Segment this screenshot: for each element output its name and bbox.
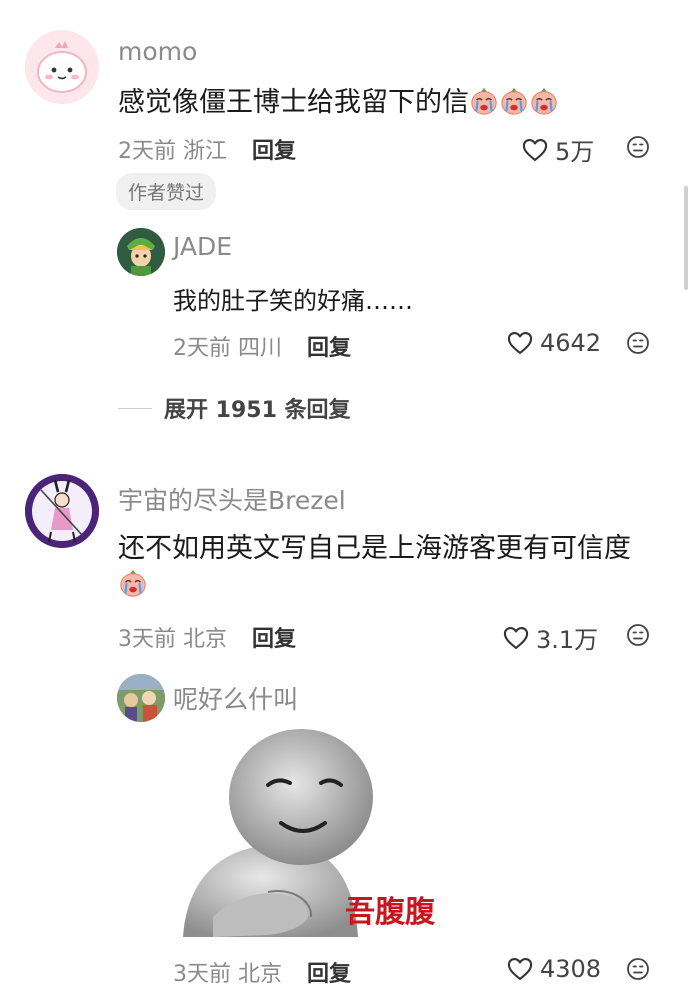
comment-meta: 2天前 浙江 回复 [118,133,296,165]
crying-face-emoji [118,568,148,598]
dislike-icon[interactable] [626,623,650,647]
comment-text-body: 感觉像僵王博士给我留下的信 [118,87,469,118]
reply-meta: 2天前 四川 回复 [173,330,351,362]
sticker-image[interactable]: 吾腹腹 [173,727,451,937]
reply-text: 我的肚子笑的好痛…… [173,287,413,315]
author-liked-badge: 作者赞过 [116,173,217,210]
avatar-image [117,674,165,722]
reply-button[interactable]: 回复 [252,627,296,652]
avatar-image [117,228,165,276]
comment-location: 浙江 [183,139,228,164]
like-button[interactable]: 4642 [506,329,601,357]
heart-icon [502,624,530,652]
like-count: 4642 [540,329,602,357]
reply-button[interactable]: 回复 [252,139,296,164]
reply-meta: 3天前 北京 回复 [173,956,351,988]
reply-time: 3天前 [173,962,231,987]
expand-replies-button[interactable]: 展开 1951 条回复 [118,392,351,424]
expand-replies-label: 展开 1951 条回复 [164,398,351,423]
reply-username[interactable]: JADE [173,232,232,261]
dislike-icon[interactable] [626,957,650,981]
heart-icon [521,136,549,164]
avatar-image [25,474,99,548]
comment-username[interactable]: momo [118,37,197,66]
comment-text: 还不如用英文写自己是上海游客更有可信度 [118,533,631,564]
reply-time: 2天前 [173,336,231,361]
avatar-image [25,30,99,104]
like-count: 4308 [540,955,602,983]
dislike-icon[interactable] [626,331,650,355]
avatar[interactable] [117,674,165,722]
dislike-icon[interactable] [626,135,650,159]
reply-location: 北京 [238,962,283,987]
comment-time: 2天前 [118,139,176,164]
crying-face-emoji [499,86,529,116]
scrollbar[interactable] [684,186,688,290]
comment-location: 北京 [183,627,228,652]
like-count: 5万 [555,138,595,166]
expand-divider [118,407,152,409]
like-button[interactable]: 5万 [521,132,594,167]
sticker-caption: 吾腹腹 [345,895,435,930]
comment-username[interactable]: 宇宙的尽头是Brezel [118,481,346,517]
avatar[interactable] [25,474,99,548]
like-button[interactable]: 3.1万 [502,620,598,655]
comment-time: 3天前 [118,627,176,652]
avatar[interactable] [25,30,99,104]
reply-button[interactable]: 回复 [307,962,351,987]
comment-meta: 3天前 北京 回复 [118,621,296,653]
reply-username[interactable]: 呢好么什叫 [173,680,298,716]
comment-text: 感觉像僵王博士给我留下的信 [118,80,559,119]
like-count: 3.1万 [536,626,599,654]
reply-location: 四川 [238,336,283,361]
reply-button[interactable]: 回复 [307,336,351,361]
heart-icon [506,955,534,983]
crying-face-emoji [469,86,499,116]
heart-icon [506,329,534,357]
avatar[interactable] [117,228,165,276]
crying-face-emoji [529,86,559,116]
like-button[interactable]: 4308 [506,955,601,983]
